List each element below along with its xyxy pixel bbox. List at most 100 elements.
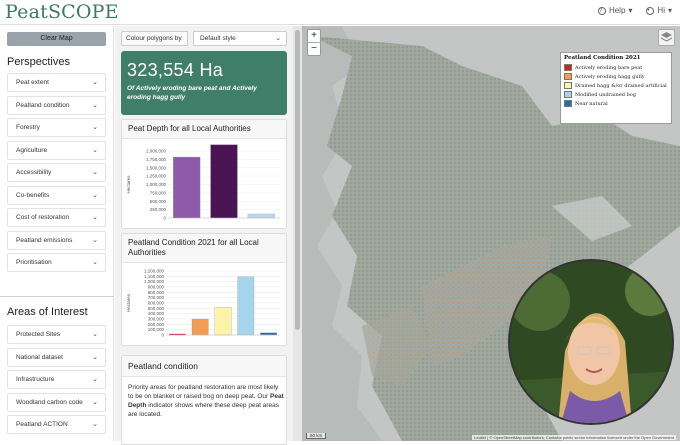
y-tick-label: 1,000,000 xyxy=(144,279,165,284)
chevron-down-icon: ⌄ xyxy=(92,191,98,199)
help-icon: ? xyxy=(597,6,606,15)
area-item-national-dataset[interactable]: National dataset ⌄ xyxy=(7,347,106,367)
y-tick-label: 750,000 xyxy=(150,190,167,195)
y-tick-label: 300,000 xyxy=(148,317,165,322)
zoom-control: + − xyxy=(307,29,321,56)
y-tick-label: 600,000 xyxy=(148,301,165,306)
scale-bar: 50 km xyxy=(306,433,327,439)
zoom-out-button[interactable]: − xyxy=(308,43,320,56)
perspective-item-peatland-emissions[interactable]: Peatland emissions ⌄ xyxy=(7,230,106,250)
perspective-item-accessibility[interactable]: Accessibility ⌄ xyxy=(7,163,106,182)
bar[interactable] xyxy=(191,318,209,336)
perspective-item-prioritisation[interactable]: Prioritisation ⌄ xyxy=(7,253,106,272)
legend-label: Near natural xyxy=(575,100,608,107)
area-total-value: 323,554 Ha xyxy=(127,60,224,80)
perspective-item-forestry[interactable]: Forestry ⌄ xyxy=(7,118,106,137)
chevron-down-icon: ⌄ xyxy=(92,79,98,86)
perspective-item-label: Agriculture xyxy=(16,146,48,154)
y-tick-label: 900,000 xyxy=(148,285,165,290)
chevron-down-icon: ⌄ xyxy=(92,421,98,428)
y-tick-label: 200,000 xyxy=(148,322,165,327)
peatland-info-card: Peatland condition Priority areas for pe… xyxy=(121,355,287,445)
bar[interactable] xyxy=(247,213,275,219)
scrollbar-thumb[interactable] xyxy=(295,30,300,330)
legend-swatch xyxy=(564,73,572,80)
legend-label: Drained hagg &/or drained artificial xyxy=(575,82,667,89)
chevron-down-icon: ⌄ xyxy=(92,146,98,154)
layers-icon xyxy=(660,32,673,42)
peatland-info-text: Priority areas for peatland restoration … xyxy=(128,384,284,418)
y-tick-label: 2,000,000 xyxy=(146,149,167,154)
layers-button[interactable] xyxy=(658,29,675,46)
chevron-down-icon: ⌄ xyxy=(92,398,98,406)
area-item-peatland-action[interactable]: Peatland ACTION ⌄ xyxy=(7,415,106,434)
user-menu[interactable]: • Hi ▾ xyxy=(646,6,672,15)
legend-item: Actively eroding bare peat xyxy=(561,63,671,72)
panel-scrollbar[interactable] xyxy=(293,26,302,441)
y-tick-label: 1,750,000 xyxy=(146,157,167,162)
colour-style-select[interactable]: Default style ⌄ xyxy=(193,31,287,46)
perspective-item-label: Forestry xyxy=(16,124,40,131)
y-tick-label: 1,000,000 xyxy=(146,182,167,187)
top-bar: PeatSCOPE ? Help ▾ • Hi ▾ xyxy=(0,0,680,25)
legend-item: Drained hagg &/or drained artificial xyxy=(561,81,671,90)
app-logo[interactable]: PeatSCOPE xyxy=(5,1,119,23)
y-tick-label: 500,000 xyxy=(148,306,165,311)
perspective-item-label: Accessibility xyxy=(16,169,52,176)
bar[interactable] xyxy=(214,307,232,336)
area-item-protected-sites[interactable]: Protected Sites ⌄ xyxy=(7,325,106,344)
peat-depth-title: Peat Depth for all Local Authorities xyxy=(122,120,286,139)
legend-swatch xyxy=(564,64,572,71)
clear-map-button[interactable]: Clear Map xyxy=(7,32,106,46)
perspective-item-co-benefits[interactable]: Co-benefits ⌄ xyxy=(7,185,106,205)
peat-depth-card: Peat Depth for all Local Authorities 0 25… xyxy=(121,119,287,229)
summary-panel: Colour polygons by Default style ⌄ 323,5… xyxy=(115,26,293,445)
y-tick-label: 400,000 xyxy=(148,311,165,316)
area-item-label: Woodland carbon code xyxy=(16,398,83,406)
presenter-webcam xyxy=(508,259,674,425)
sidebar-divider xyxy=(0,296,114,297)
top-nav: ? Help ▾ • Hi ▾ xyxy=(597,6,672,15)
perspective-item-label: Peat extent xyxy=(16,79,49,86)
perspective-item-label: Cost of restoration xyxy=(16,214,70,221)
map-legend: Peatland Condition 2021 Actively eroding… xyxy=(560,52,672,124)
area-item-infrastructure[interactable]: Infrastructure ⌄ xyxy=(7,370,106,389)
caret-down-icon: ▾ xyxy=(667,6,672,15)
bar[interactable] xyxy=(260,332,277,336)
y-tick-label: 700,000 xyxy=(148,295,165,300)
perspective-item-agriculture[interactable]: Agriculture ⌄ xyxy=(7,140,106,160)
bar[interactable] xyxy=(237,276,255,336)
bar[interactable] xyxy=(210,144,238,219)
chevron-down-icon: ⌄ xyxy=(92,124,98,131)
area-total-description: Of Actively eroding bare peat and Active… xyxy=(127,85,257,101)
zoom-in-button[interactable]: + xyxy=(308,30,320,43)
bar[interactable] xyxy=(173,156,201,219)
perspective-item-label: Peatland emissions xyxy=(16,236,73,244)
legend-label: Modified undrained bog xyxy=(575,91,637,98)
y-tick-label: 1,500,000 xyxy=(146,165,167,170)
y-tick-label: 100,000 xyxy=(148,327,165,332)
y-axis-label: Hectares xyxy=(126,175,131,194)
chevron-down-icon: ⌄ xyxy=(92,169,98,176)
map-view[interactable]: + − Peatland Condition 2021 Actively ero… xyxy=(302,26,680,441)
y-tick-label: 1,250,000 xyxy=(146,174,167,179)
perspective-item-peat-extent[interactable]: Peat extent ⌄ xyxy=(7,73,106,92)
map-attribution[interactable]: Leaflet | © OpenStreetMap contributors, … xyxy=(472,435,676,440)
areas-title: Areas of Interest xyxy=(7,306,88,318)
chevron-down-icon: ⌄ xyxy=(92,236,98,244)
y-tick-label: 1,200,000 xyxy=(144,269,165,274)
perspective-item-peatland-condition[interactable]: Peatland condition ⌄ xyxy=(7,95,106,115)
perspective-item-label: Prioritisation xyxy=(16,259,52,266)
peatland-condition-card: Peatland Condition 2021 for all Local Au… xyxy=(121,233,287,346)
legend-label: Actively eroding hagg gully xyxy=(575,73,645,80)
y-axis-label: Hectares xyxy=(126,293,131,312)
chevron-down-icon: ⌄ xyxy=(92,353,98,361)
chevron-down-icon: ⌄ xyxy=(92,376,98,383)
legend-item: Actively eroding hagg gully xyxy=(561,72,671,81)
legend-swatch xyxy=(564,82,572,89)
peat-depth-chart: 0 250,000 500,000 750,000 1,000,000 1,250,000… xyxy=(126,144,280,221)
perspective-item-cost-of-restoration[interactable]: Cost of restoration ⌄ xyxy=(7,208,106,227)
user-icon: • xyxy=(646,6,655,15)
help-menu[interactable]: ? Help ▾ xyxy=(597,6,632,15)
area-item-woodland-carbon-code[interactable]: Woodland carbon code ⌄ xyxy=(7,392,106,412)
